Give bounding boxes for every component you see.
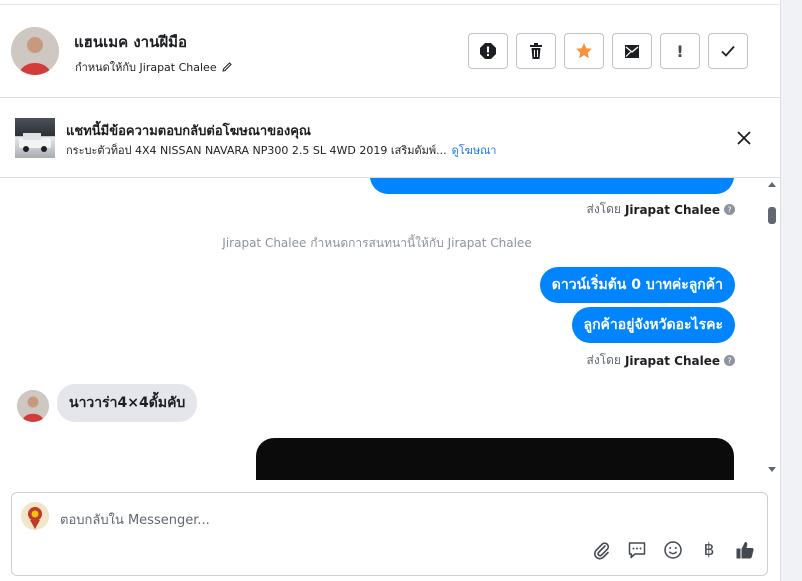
sent-by-name: Jirapat Chalee (624, 353, 720, 368)
paperclip-icon (593, 542, 609, 560)
help-icon[interactable]: ? (724, 204, 735, 215)
exclamation-icon: ! (676, 41, 684, 61)
outgoing-message-clipped[interactable] (370, 178, 734, 194)
svg-text:?: ? (727, 356, 731, 365)
outgoing-message[interactable]: ลูกค้าอยู่จังหวัดอะไรคะ (571, 307, 735, 343)
contact-avatar-small[interactable] (17, 390, 49, 422)
incoming-message[interactable]: นาวาร่า4×4ดั้มคับ (57, 384, 198, 422)
speech-bubble-icon (628, 542, 646, 559)
assign-text: กำหนดให้กับ Jirapat Chalee (75, 61, 217, 74)
contact-avatar[interactable] (11, 27, 59, 75)
reply-input[interactable]: ตอบกลับใน Messenger... (60, 509, 210, 530)
thumbs-up-icon (736, 542, 754, 559)
mark-spam-button[interactable] (468, 33, 508, 69)
header-actions: ! (468, 33, 748, 69)
envelope-icon (625, 45, 639, 58)
media-attachment[interactable] (256, 438, 734, 480)
ad-thumbnail[interactable] (15, 118, 55, 158)
view-ad-link[interactable]: ดูโฆษณา (452, 144, 497, 157)
ad-notice-subtitle: กระบะตัวท็อป 4X4 NISSAN NAVARA NP300 2.5… (66, 141, 496, 159)
sent-by-line: ส่งโดย Jirapat Chalee ? (586, 200, 735, 219)
contact-name: แฮนเมค งานฝีมือ (74, 33, 188, 51)
saved-replies-button[interactable] (626, 539, 648, 561)
assignment-system-note: Jirapat Chalee กำหนดการสนทนานี้ให้กับ Ji… (222, 236, 532, 250)
ad-description: กระบะตัวท็อป 4X4 NISSAN NAVARA NP300 2.5… (66, 144, 447, 157)
like-button[interactable] (734, 539, 756, 561)
mark-unread-button[interactable]: ! (660, 33, 700, 69)
conversation-header: แฮนเมค งานฝีมือ กำหนดให้กับ Jirapat Chal… (0, 5, 780, 98)
baht-icon: ฿ (703, 540, 715, 560)
sent-by-line: ส่งโดย Jirapat Chalee ? (586, 351, 735, 370)
sent-by-name: Jirapat Chalee (624, 202, 720, 217)
emoji-button[interactable] (662, 539, 684, 561)
checkmark-icon (721, 45, 735, 57)
page-avatar (21, 502, 49, 530)
right-rail (780, 0, 802, 581)
ad-reply-notice: แชทนี้มีข้อความตอบกลับต่อโฆษณาของคุณ กระ… (0, 98, 780, 178)
message-thread[interactable]: ส่งโดย Jirapat Chalee ? Jirapat Chalee ก… (0, 178, 765, 480)
thread-scrollbar[interactable] (765, 178, 780, 480)
scroll-down-arrow[interactable] (768, 467, 776, 472)
move-to-inbox-button[interactable] (612, 33, 652, 69)
scroll-thumb[interactable] (768, 207, 776, 224)
help-icon[interactable]: ? (724, 355, 735, 366)
pencil-icon[interactable] (221, 61, 233, 73)
assign-row[interactable]: กำหนดให้กับ Jirapat Chalee (75, 58, 233, 76)
svg-text:?: ? (727, 205, 731, 214)
alert-octagon-icon (480, 43, 496, 59)
close-icon[interactable] (734, 128, 754, 148)
payment-button[interactable]: ฿ (698, 539, 720, 561)
sent-by-label: ส่งโดย (586, 353, 621, 367)
mark-done-button[interactable] (708, 33, 748, 69)
star-button[interactable] (564, 33, 604, 69)
smiley-icon (664, 541, 682, 559)
star-icon (576, 43, 592, 59)
ad-notice-title: แชทนี้มีข้อความตอบกลับต่อโฆษณาของคุณ (66, 124, 311, 139)
outgoing-message[interactable]: ดาวน์เริ่มต้น 0 บาทค่ะลูกค้า (539, 267, 735, 303)
scroll-up-arrow[interactable] (768, 182, 776, 187)
delete-button[interactable] (516, 33, 556, 69)
reply-composer[interactable]: ตอบกลับใน Messenger... ฿ (11, 492, 768, 576)
trash-icon (530, 43, 542, 59)
composer-tools: ฿ (590, 539, 756, 561)
attach-button[interactable] (590, 539, 612, 561)
sent-by-label: ส่งโดย (586, 202, 621, 216)
